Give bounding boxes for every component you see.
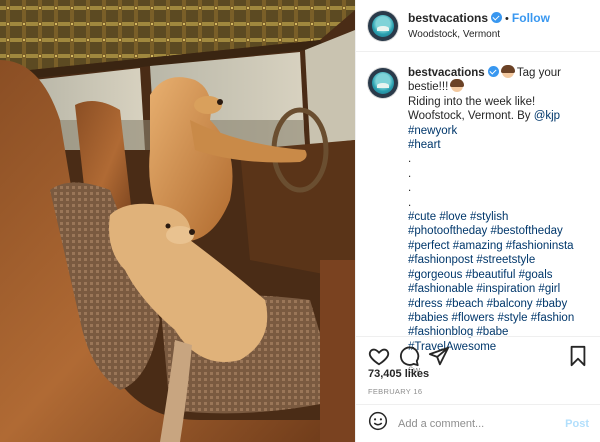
follow-button[interactable]: Follow [512,11,550,25]
caption-dot: . [408,167,412,180]
woman-emoji-icon [500,65,515,78]
username-link[interactable]: bestvacations [408,11,488,25]
woman-emoji-icon [450,79,465,93]
avatar[interactable] [368,10,398,41]
caption-dot: . [408,182,412,195]
post-sidebar: bestvacations • Follow Woodstock, Vermont … [355,0,600,442]
caption-username[interactable]: bestvacations [408,67,485,79]
instagram-post: bestvacations • Follow Woodstock, Vermont … [0,0,600,442]
credit-mention[interactable]: @kjp [534,110,560,122]
separator-dot: • [505,12,509,25]
post-date: FEBRUARY 16 [368,387,423,396]
post-photo[interactable] [0,0,355,442]
post-comment-button[interactable]: Post [565,418,589,430]
location-link[interactable]: Woodstock, Vermont [408,27,550,42]
caption-dot: . [408,196,412,209]
smiley-icon[interactable] [368,411,388,436]
post-header: bestvacations • Follow Woodstock, Vermont [356,0,600,52]
caption-dot: . [408,153,412,166]
likes-count[interactable]: 73,405 likes [368,368,429,380]
verified-badge-icon [491,11,503,23]
share-icon[interactable] [428,345,450,367]
caption-line2: Riding into the week like! [408,95,536,108]
bookmark-icon[interactable] [567,345,589,367]
caption-text: bestvacations Tag your bestie!!! Riding … [408,65,588,376]
hashtag-list[interactable]: #cute #love #stylish #photooftheday #bes… [408,211,574,353]
comment-box: Add a comment... Post [356,404,600,442]
header-info: bestvacations • Follow Woodstock, Vermont [408,10,550,42]
hashtag-link[interactable]: #newyork [408,125,457,137]
heart-icon[interactable] [368,345,390,367]
comment-icon[interactable] [398,345,420,367]
comment-input[interactable]: Add a comment... [398,418,565,430]
caption-area: bestvacations Tag your bestie!!! Riding … [356,52,600,376]
verified-badge-icon [487,66,499,77]
caption-avatar[interactable] [368,68,398,98]
hashtag-link[interactable]: #heart [408,139,441,151]
caption-line3: Woofstock, Vermont. By [408,110,534,123]
